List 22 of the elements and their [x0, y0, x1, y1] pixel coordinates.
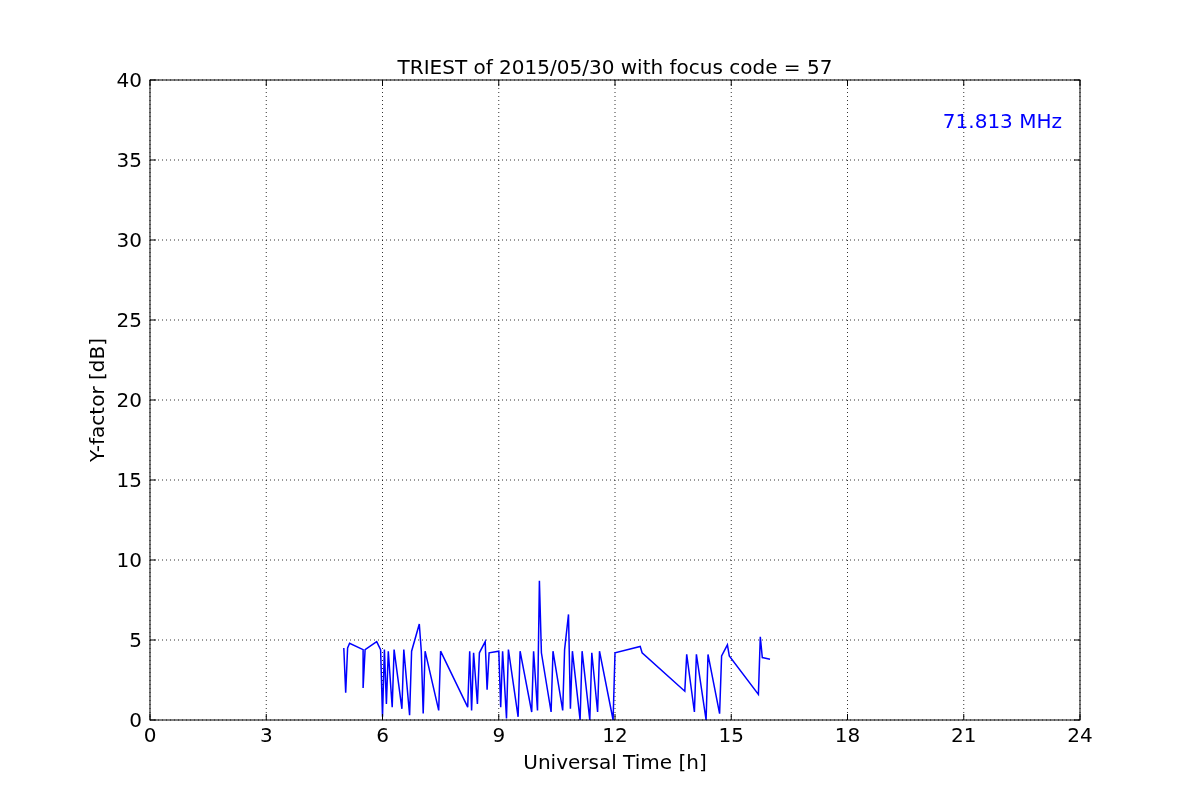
x-tick-label: 9 — [492, 723, 506, 747]
y-tick-label: 25 — [116, 308, 142, 332]
y-tick-label: 0 — [129, 708, 142, 732]
x-tick-label: 15 — [718, 723, 744, 747]
y-tick-label: 20 — [116, 388, 142, 412]
x-tick-label: 24 — [1067, 723, 1093, 747]
y-tick-label: 5 — [129, 628, 142, 652]
x-axis-label: Universal Time [h] — [523, 750, 707, 774]
x-tick-label: 18 — [834, 723, 861, 747]
x-tick-label: 12 — [602, 723, 628, 747]
frequency-annotation: 71.813 MHz — [942, 109, 1062, 133]
y-tick-label: 40 — [116, 68, 142, 92]
x-tick-label: 6 — [376, 723, 389, 747]
y-tick-label: 15 — [116, 468, 142, 492]
y-axis-label: Y-factor [dB] — [85, 338, 109, 462]
y-tick-label: 35 — [116, 148, 142, 172]
x-tick-label: 3 — [259, 723, 273, 747]
chart-title: TRIEST of 2015/05/30 with focus code = 57 — [397, 55, 833, 79]
x-tick-label: 0 — [143, 723, 157, 747]
x-tick-label: 21 — [951, 723, 977, 747]
y-tick-label: 10 — [116, 548, 142, 572]
y-tick-label: 30 — [116, 228, 142, 252]
